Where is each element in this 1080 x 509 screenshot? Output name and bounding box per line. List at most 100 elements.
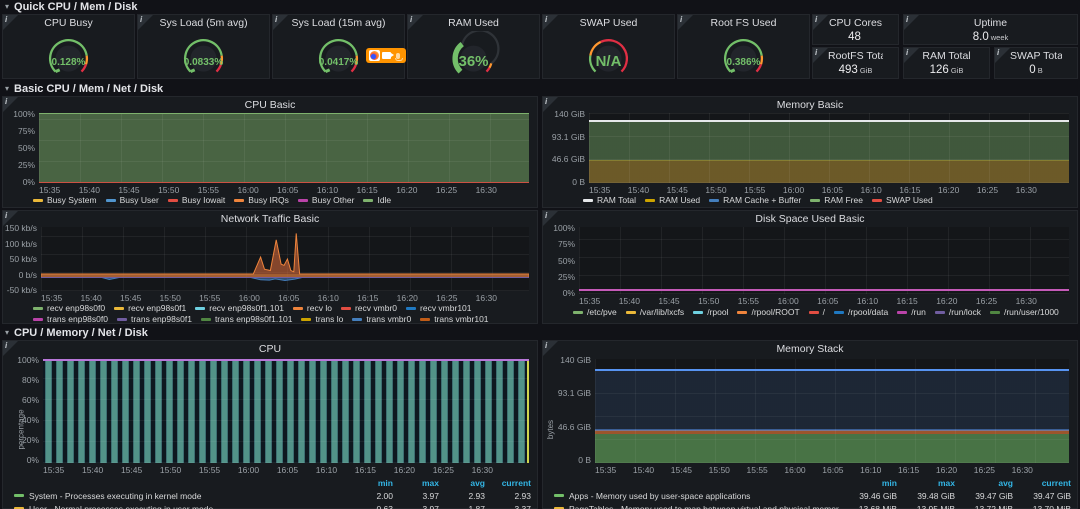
gauge-arc bbox=[678, 31, 809, 77]
legend-item[interactable]: trans enp98s0f1 bbox=[117, 314, 192, 325]
panel-info-icon[interactable] bbox=[3, 211, 18, 226]
legend-item[interactable]: Busy Other bbox=[298, 195, 355, 206]
panel-info-icon[interactable] bbox=[543, 15, 558, 30]
panel-title[interactable]: Memory Stack bbox=[558, 343, 1062, 355]
legend-item[interactable]: /run bbox=[897, 307, 926, 318]
legend-item[interactable]: trans lo bbox=[301, 314, 343, 325]
legend-series-row[interactable]: System - Processes executing in kernel m… bbox=[7, 489, 531, 502]
legend-item[interactable]: recv enp98s0f1.101 bbox=[195, 303, 284, 314]
axis-tick: 16:20 bbox=[936, 465, 957, 475]
panel-title[interactable]: Memory Basic bbox=[558, 99, 1062, 111]
legend-item[interactable]: /rpool bbox=[693, 307, 728, 318]
legend-item[interactable]: SWAP Used bbox=[872, 195, 933, 206]
legend-item[interactable]: /etc/pve bbox=[573, 307, 617, 318]
legend-item[interactable]: /run/user/1000 bbox=[990, 307, 1059, 318]
panel-title[interactable]: Sys Load (15m avg) bbox=[288, 17, 389, 29]
panel-info-icon[interactable] bbox=[904, 15, 919, 30]
axis-tick: 16:00 bbox=[777, 296, 798, 306]
panel-title[interactable]: Sys Load (5m avg) bbox=[153, 17, 254, 29]
legend-item[interactable]: Busy User bbox=[106, 195, 159, 206]
axis-tick: 60% bbox=[22, 395, 39, 405]
legend-item[interactable]: RAM Free bbox=[810, 195, 863, 206]
axis-tick: 50% bbox=[18, 143, 35, 153]
legend-item[interactable]: Idle bbox=[363, 195, 391, 206]
row-header-detail[interactable]: ▾ CPU / Memory / Net / Disk bbox=[0, 326, 1080, 339]
panel-title[interactable]: SWAP Used bbox=[558, 17, 659, 29]
memory-basic-chart bbox=[589, 113, 1069, 183]
legend-item[interactable]: / bbox=[809, 307, 825, 318]
legend-item[interactable]: trans vmbr0 bbox=[352, 314, 411, 325]
panel-title[interactable]: RAM Total bbox=[919, 50, 974, 62]
panel-title[interactable]: Uptime bbox=[919, 17, 1062, 29]
legend-item[interactable]: recv vmbr0 bbox=[341, 303, 397, 314]
panel-title[interactable]: Root FS Used bbox=[693, 17, 794, 29]
legend-item[interactable]: recv enp98s0f0 bbox=[33, 303, 105, 314]
legend-item[interactable]: recv vmbr101 bbox=[406, 303, 472, 314]
row-header-basic[interactable]: ▾ Basic CPU / Mem / Net / Disk bbox=[0, 82, 1080, 95]
microphone-icon bbox=[396, 53, 400, 59]
panel-info-icon[interactable] bbox=[138, 15, 153, 30]
legend-item[interactable]: Busy Iowait bbox=[168, 195, 225, 206]
camera-icon bbox=[382, 52, 391, 59]
stat-columns: minmaxavgcurrent bbox=[7, 477, 531, 489]
panel-title[interactable]: CPU Basic bbox=[18, 99, 522, 111]
y-axis: 100%80%60%40%20%0% bbox=[11, 355, 39, 465]
panel-info-icon[interactable] bbox=[3, 97, 18, 112]
panel-info-icon[interactable] bbox=[995, 48, 1010, 63]
legend-item[interactable]: recv lo bbox=[293, 303, 332, 314]
axis-tick: 16:20 bbox=[397, 293, 418, 303]
legend-item[interactable]: Busy IRQs bbox=[234, 195, 289, 206]
legend-item[interactable]: RAM Cache + Buffer bbox=[709, 195, 801, 206]
axis-tick: 16:30 bbox=[1012, 465, 1033, 475]
gauge-value: 36% bbox=[408, 53, 539, 70]
panel-title[interactable]: CPU Busy bbox=[18, 17, 119, 29]
panel-info-icon[interactable] bbox=[543, 341, 558, 356]
panel-title[interactable]: CPU bbox=[18, 343, 522, 355]
panel-title[interactable]: Disk Space Used Basic bbox=[558, 213, 1062, 225]
legend-item[interactable]: /rpool/data bbox=[834, 307, 888, 318]
axis-tick: 15:40 bbox=[79, 185, 100, 195]
panel-info-icon[interactable] bbox=[543, 211, 558, 226]
panel-info-icon[interactable] bbox=[3, 341, 18, 356]
gauge-swap-used: N/A bbox=[543, 31, 674, 76]
chart-legend: recv enp98s0f0 recv enp98s0f1 recv enp98s0… bbox=[29, 303, 533, 325]
panel-info-icon[interactable] bbox=[543, 97, 558, 112]
axis-tick: 25% bbox=[18, 160, 35, 170]
panel-title[interactable]: Network Traffic Basic bbox=[18, 213, 522, 225]
panel-info-icon[interactable] bbox=[904, 48, 919, 63]
network-traffic-series bbox=[41, 227, 529, 291]
axis-tick: 15:40 bbox=[619, 296, 640, 306]
stat-value: 48 bbox=[813, 31, 898, 43]
legend-item[interactable]: /rpool/ROOT bbox=[737, 307, 799, 318]
row-header-quick[interactable]: ▾ Quick CPU / Mem / Disk bbox=[0, 0, 1080, 13]
legend-series-row[interactable]: Apps - Memory used by user-space applica… bbox=[547, 489, 1071, 502]
legend-item[interactable]: RAM Used bbox=[645, 195, 700, 206]
legend-item[interactable]: /var/lib/lxcfs bbox=[626, 307, 684, 318]
legend-item[interactable]: trans vmbr101 bbox=[420, 314, 488, 325]
panel-info-icon[interactable] bbox=[813, 15, 828, 30]
panel-title[interactable]: SWAP Total bbox=[1010, 50, 1062, 62]
axis-tick: 15:55 bbox=[744, 185, 765, 195]
legend-item[interactable]: trans enp98s0f0 bbox=[33, 314, 108, 325]
panel-title[interactable]: CPU Cores bbox=[828, 17, 883, 29]
panel-info-icon[interactable] bbox=[273, 15, 288, 30]
legend-item[interactable]: RAM Total bbox=[583, 195, 636, 206]
y-axis: 100%75%50%25%0% bbox=[3, 109, 35, 187]
gauge-value: N/A bbox=[543, 53, 674, 70]
legend-item[interactable]: recv enp98s0f1 bbox=[114, 303, 186, 314]
legend-item[interactable]: Busy System bbox=[33, 195, 97, 206]
panel-info-icon[interactable] bbox=[3, 15, 18, 30]
legend-item[interactable]: trans enp98s0f1.101 bbox=[201, 314, 293, 325]
panel-title[interactable]: RAM Used bbox=[423, 17, 524, 29]
legend-item[interactable]: /run/lock bbox=[935, 307, 981, 318]
legend-series-row[interactable]: PageTables - Memory used to map between … bbox=[547, 502, 1071, 509]
legend-series-row[interactable]: User - Normal processes executing in use… bbox=[7, 502, 531, 509]
browser-sharing-indicator[interactable] bbox=[366, 48, 406, 63]
panel-cpu-busy: CPU Busy 0.128% bbox=[2, 14, 135, 79]
panel-info-icon[interactable] bbox=[813, 48, 828, 63]
panel-info-icon[interactable] bbox=[408, 15, 423, 30]
panel-info-icon[interactable] bbox=[678, 15, 693, 30]
panel-title[interactable]: RootFS Total bbox=[828, 50, 883, 62]
axis-tick: 15:35 bbox=[43, 465, 64, 475]
stat-col-header: avg bbox=[955, 478, 1013, 488]
